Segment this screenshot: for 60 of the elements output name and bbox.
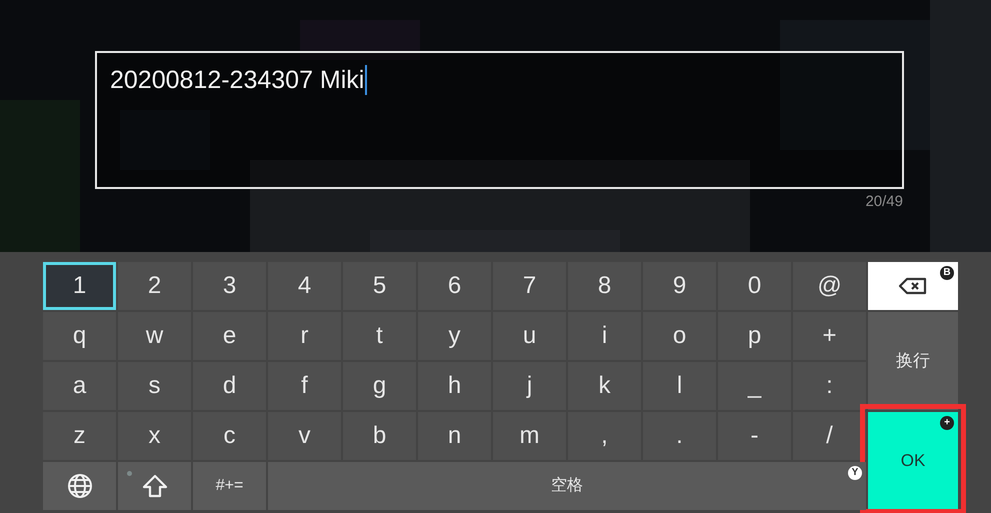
key[interactable]: j (493, 362, 566, 410)
key[interactable]: 4 (268, 262, 341, 310)
key[interactable]: 3 (193, 262, 266, 310)
key[interactable]: l (643, 362, 716, 410)
key[interactable]: 1 (43, 262, 116, 310)
key[interactable]: h (418, 362, 491, 410)
key[interactable]: v (268, 412, 341, 460)
key[interactable]: 9 (643, 262, 716, 310)
key[interactable]: : (793, 362, 866, 410)
key[interactable]: o (643, 312, 716, 360)
key[interactable]: b (343, 412, 416, 460)
key[interactable]: + (793, 312, 866, 360)
key[interactable]: / (793, 412, 866, 460)
character-counter: 20/49 (865, 192, 903, 212)
key[interactable]: t (343, 312, 416, 360)
symbols-key[interactable]: #+= (193, 462, 266, 510)
key[interactable]: - (718, 412, 791, 460)
key[interactable]: q (43, 312, 116, 360)
enter-key[interactable]: 换行 (868, 312, 958, 410)
shift-arrow-icon (142, 474, 168, 498)
space-bar[interactable]: 空格 Y (268, 462, 866, 510)
key[interactable]: 0 (718, 262, 791, 310)
key[interactable]: u (493, 312, 566, 360)
backspace-icon (898, 277, 928, 295)
key[interactable]: r (268, 312, 341, 360)
key[interactable]: s (118, 362, 191, 410)
key[interactable]: x (118, 412, 191, 460)
key[interactable]: w (118, 312, 191, 360)
key[interactable]: 8 (568, 262, 641, 310)
key[interactable]: y (418, 312, 491, 360)
key[interactable]: c (193, 412, 266, 460)
language-key[interactable] (43, 462, 116, 510)
key[interactable]: , (568, 412, 641, 460)
text-cursor (365, 65, 368, 95)
key[interactable]: p (718, 312, 791, 360)
key[interactable]: a (43, 362, 116, 410)
key[interactable]: e (193, 312, 266, 360)
key[interactable]: 5 (343, 262, 416, 310)
key[interactable]: @ (793, 262, 866, 310)
key[interactable]: 6 (418, 262, 491, 310)
key[interactable]: g (343, 362, 416, 410)
key[interactable]: . (643, 412, 716, 460)
button-hint-badge: B (940, 266, 954, 280)
key[interactable]: _ (718, 362, 791, 410)
key[interactable]: i (568, 312, 641, 360)
key[interactable]: m (493, 412, 566, 460)
key[interactable]: z (43, 412, 116, 460)
key[interactable]: n (418, 412, 491, 460)
button-hint-badge: + (940, 416, 954, 430)
key[interactable]: d (193, 362, 266, 410)
backspace-key[interactable]: B (868, 262, 958, 310)
key[interactable]: 7 (493, 262, 566, 310)
shift-key[interactable] (118, 462, 191, 510)
key[interactable]: 2 (118, 262, 191, 310)
globe-icon (66, 473, 92, 499)
key[interactable]: k (568, 362, 641, 410)
text-field[interactable]: 20200812-234307 Miki (95, 51, 904, 189)
key[interactable]: f (268, 362, 341, 410)
ok-button[interactable]: OK + (868, 412, 958, 510)
button-hint-badge: Y (848, 466, 862, 480)
